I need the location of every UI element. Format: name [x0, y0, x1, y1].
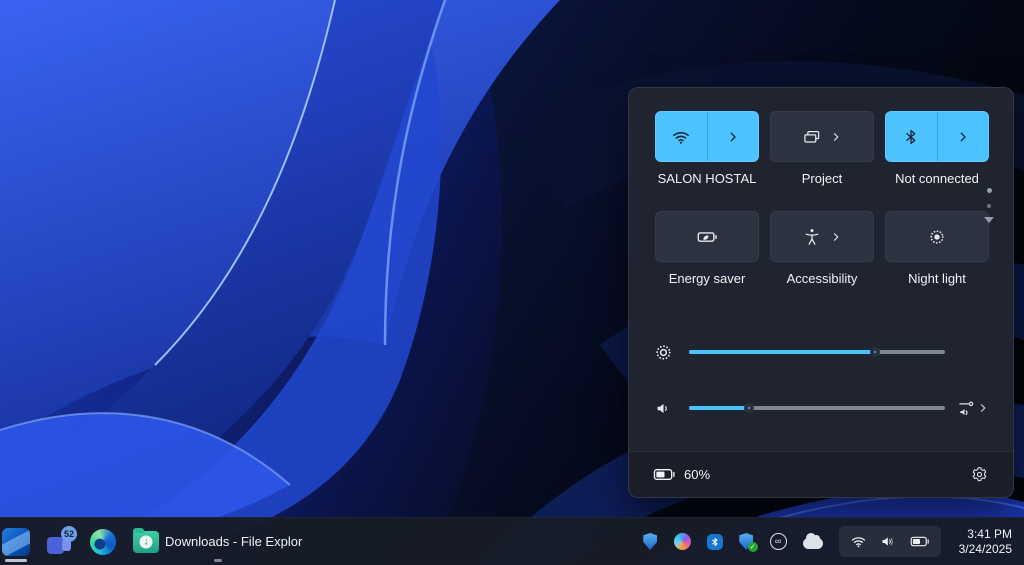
- brightness-slider[interactable]: [689, 350, 945, 354]
- chevron-right-icon: [977, 402, 989, 414]
- audio-output-icon: [957, 398, 977, 418]
- file-explorer-running-indicator: [214, 559, 222, 562]
- wifi-tile-cell: SALON HOSTAL: [655, 111, 759, 187]
- creative-cloud-icon: ∞: [770, 533, 787, 550]
- teams-icon: 52: [47, 529, 73, 555]
- night-light-tile-label: Night light: [908, 271, 966, 287]
- quick-settings-tray-button[interactable]: [839, 526, 941, 557]
- accessibility-icon: [802, 227, 822, 247]
- taskbar-outlook-button[interactable]: [2, 518, 30, 565]
- bluetooth-tray-button[interactable]: [707, 534, 723, 550]
- volume-slider-fill: [689, 406, 745, 410]
- creative-cloud-tray-button[interactable]: ∞: [770, 533, 787, 550]
- tiles-pager: [984, 188, 994, 223]
- check-icon: ✓: [748, 542, 758, 552]
- taskbar: 52 ↓ Downloads - File Explor: [0, 517, 1024, 565]
- battery-icon: [653, 467, 676, 482]
- accessibility-tile-label: Accessibility: [787, 271, 858, 287]
- bluetooth-expand-button[interactable]: [938, 112, 989, 161]
- bluetooth-tile-label: Not connected: [895, 171, 979, 187]
- energy-saver-tile[interactable]: [655, 211, 759, 262]
- project-tile[interactable]: [770, 111, 874, 162]
- tray-battery-icon: [910, 535, 930, 548]
- taskbar-file-explorer-button[interactable]: ↓ Downloads - File Explor: [133, 518, 302, 565]
- project-icon: [802, 127, 822, 147]
- wifi-tile: [655, 111, 759, 162]
- brightness-slider-fill: [689, 350, 871, 354]
- wifi-icon: [671, 127, 691, 147]
- active-window-title: Downloads - File Explor: [165, 534, 302, 549]
- night-light-icon: [927, 227, 947, 247]
- chevron-right-icon: [956, 130, 970, 144]
- wifi-expand-button[interactable]: [708, 112, 759, 161]
- project-tile-label: Project: [802, 171, 842, 187]
- battery-percent-label: 60%: [684, 467, 710, 482]
- antivirus-tray-button[interactable]: ✓: [739, 533, 754, 550]
- settings-button[interactable]: [970, 465, 989, 484]
- bluetooth-tile: [885, 111, 989, 162]
- outlook-running-indicator: [5, 559, 27, 562]
- chevron-right-icon: [726, 130, 740, 144]
- clock-date: 3/24/2025: [959, 542, 1012, 557]
- wifi-toggle-button[interactable]: [656, 112, 708, 161]
- taskbar-apps: 52 ↓ Downloads - File Explor: [0, 518, 319, 565]
- gear-icon: [970, 465, 989, 484]
- bluetooth-tray-icon: [707, 534, 723, 550]
- taskbar-tray: ✓ ∞ 3:41 PM: [643, 518, 1024, 565]
- clock-time: 3:41 PM: [959, 527, 1012, 542]
- pager-dot: [987, 204, 991, 208]
- onedrive-cloud-icon: [803, 538, 823, 549]
- volume-row: [651, 390, 989, 426]
- taskbar-teams-button[interactable]: 52: [47, 518, 73, 565]
- desktop: SALON HOSTAL Project: [0, 0, 1024, 565]
- audio-output-button[interactable]: [945, 398, 989, 418]
- energy-saver-tile-label: Energy saver: [669, 271, 746, 287]
- taskbar-clock[interactable]: 3:41 PM 3/24/2025: [959, 527, 1012, 557]
- wifi-tile-label: SALON HOSTAL: [658, 171, 757, 187]
- volume-slider[interactable]: [689, 406, 945, 410]
- copilot-tray-button[interactable]: [674, 533, 691, 550]
- edge-icon: [90, 529, 116, 555]
- outlook-icon: [2, 528, 30, 556]
- energy-saver-icon: [696, 226, 718, 248]
- download-arrow-icon: ↓: [140, 535, 153, 548]
- bluetooth-tile-cell: Not connected: [885, 111, 989, 187]
- chevron-right-icon: [830, 231, 842, 243]
- quick-settings-tiles: SALON HOSTAL Project: [655, 111, 989, 287]
- project-tile-cell: Project: [770, 111, 874, 187]
- pager-expand-arrow-icon[interactable]: [984, 217, 994, 223]
- brightness-icon: [651, 342, 675, 363]
- energy-saver-tile-cell: Energy saver: [655, 211, 759, 287]
- pager-dot-current: [987, 188, 992, 193]
- windows-security-tray-button[interactable]: [643, 533, 658, 550]
- bluetooth-icon: [902, 128, 920, 146]
- night-light-tile[interactable]: [885, 211, 989, 262]
- brightness-slider-thumb[interactable]: [870, 347, 880, 357]
- copilot-icon: [674, 533, 691, 550]
- night-light-tile-cell: Night light: [885, 211, 989, 287]
- quick-settings-panel: SALON HOSTAL Project: [628, 87, 1014, 498]
- quick-settings-footer: 60%: [629, 451, 1013, 497]
- brightness-row: [651, 334, 989, 370]
- battery-status[interactable]: 60%: [653, 467, 710, 482]
- accessibility-tile[interactable]: [770, 211, 874, 262]
- accessibility-tile-cell: Accessibility: [770, 211, 874, 287]
- shield-icon: [643, 533, 658, 550]
- file-explorer-downloads-icon: ↓: [133, 531, 159, 553]
- volume-slider-thumb[interactable]: [744, 403, 754, 413]
- bluetooth-toggle-button[interactable]: [886, 112, 938, 161]
- teams-notification-badge: 52: [61, 526, 77, 542]
- taskbar-edge-button[interactable]: [90, 518, 116, 565]
- onedrive-tray-button[interactable]: [803, 534, 823, 549]
- chevron-right-icon: [830, 131, 842, 143]
- tray-volume-icon: [880, 533, 897, 550]
- tray-wifi-icon: [850, 533, 867, 550]
- volume-icon[interactable]: [651, 399, 675, 418]
